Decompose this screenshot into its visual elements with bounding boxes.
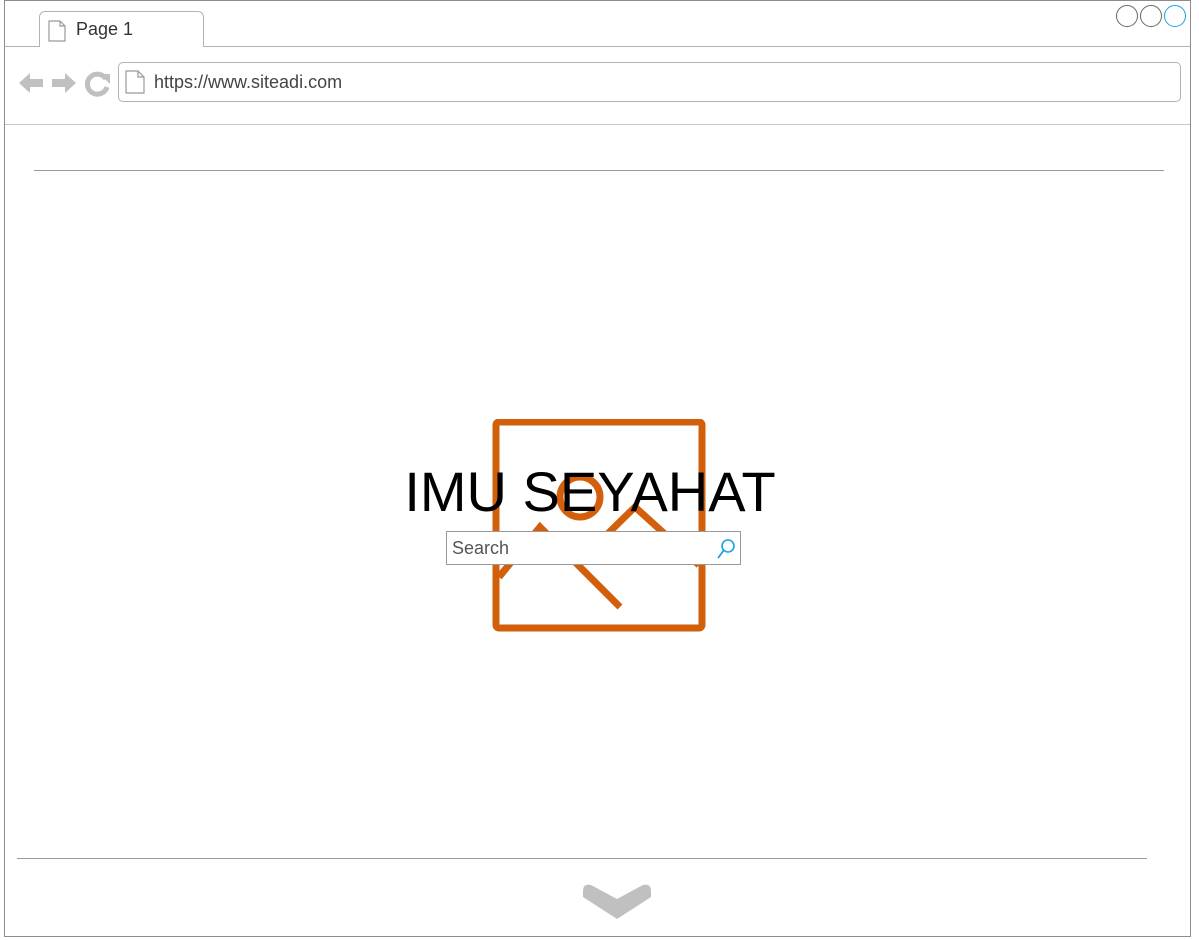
- tab-page-1[interactable]: Page 1: [39, 11, 204, 47]
- tab-bar: Page 1: [5, 1, 1190, 47]
- arrow-left-icon[interactable]: [18, 71, 44, 95]
- site-title: IMU SEYAHAT: [404, 460, 776, 523]
- search-input[interactable]: [447, 532, 712, 564]
- browser-window: Page 1 https://www.siteadi.com IMU SEYAH…: [4, 0, 1191, 937]
- page-icon: [48, 20, 66, 42]
- page-icon: [125, 70, 145, 94]
- image-placeholder-icon: [492, 419, 706, 632]
- close-button[interactable]: [1164, 5, 1186, 27]
- footer-divider: [17, 858, 1147, 859]
- search-icon[interactable]: [716, 538, 736, 560]
- minimize-button[interactable]: [1116, 5, 1138, 27]
- maximize-button[interactable]: [1140, 5, 1162, 27]
- search-box: [446, 531, 741, 565]
- address-bar[interactable]: https://www.siteadi.com: [118, 62, 1181, 102]
- arrow-right-icon[interactable]: [51, 71, 77, 95]
- url-text: https://www.siteadi.com: [154, 72, 343, 92]
- browser-toolbar: https://www.siteadi.com: [5, 47, 1190, 125]
- reload-icon[interactable]: [85, 71, 111, 97]
- tab-label: Page 1: [76, 19, 134, 39]
- header-divider: [34, 170, 1164, 171]
- chevron-down-icon[interactable]: [583, 879, 651, 921]
- window-controls: [1114, 5, 1186, 27]
